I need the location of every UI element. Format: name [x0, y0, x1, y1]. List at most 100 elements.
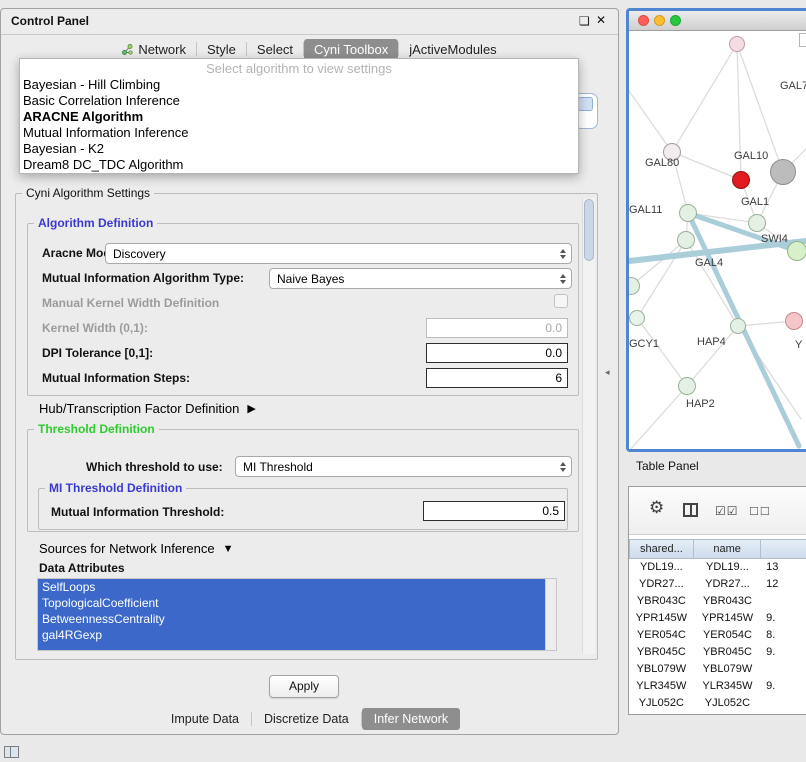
table-cell: YLR345W: [629, 678, 694, 695]
algorithm-option-aracne-algorithm[interactable]: ARACNE Algorithm: [20, 109, 578, 125]
network-node-gcy1[interactable]: [629, 310, 645, 326]
algorithm-option-bayesian-k2[interactable]: Bayesian - K2: [20, 141, 578, 157]
list-item-gal4rgexp[interactable]: gal4RGexp: [38, 627, 545, 643]
settings-scrollbar[interactable]: [582, 198, 595, 654]
hub-definition-expander[interactable]: Hub/Transcription Factor Definition ▶: [39, 401, 256, 416]
algorithm-option-mutual-information-inference[interactable]: Mutual Information Inference: [20, 125, 578, 141]
table-cell: 9.: [761, 678, 806, 695]
network-edge[interactable]: [637, 240, 686, 318]
mi-threshold-field[interactable]: [423, 501, 565, 521]
close-window-icon[interactable]: ✕: [596, 13, 606, 27]
table-row[interactable]: YLR345WYLR345W9.: [629, 678, 806, 695]
network-tab-icon: [122, 44, 133, 55]
settings-scrollbar-thumb[interactable]: [584, 199, 594, 261]
network-node[interactable]: [785, 312, 803, 330]
network-edge[interactable]: [637, 318, 687, 386]
dpi-tolerance-label: DPI Tolerance [0,1]:: [42, 346, 153, 360]
network-edge[interactable]: [631, 240, 686, 286]
tab-jactivemodules[interactable]: jActiveModules: [399, 39, 506, 60]
kernel-width-field[interactable]: [426, 318, 568, 338]
table-cell: [761, 661, 806, 678]
column-header-col2[interactable]: [761, 539, 806, 559]
control-panel-titlebar: Control Panel ❏ ✕: [1, 9, 618, 35]
table-cell: 9.: [761, 610, 806, 627]
list-item-partial[interactable]: [38, 643, 545, 650]
algorithm-option-bayesian-hill-climbing[interactable]: Bayesian - Hill Climbing: [20, 77, 578, 93]
column-header-shared[interactable]: shared...: [629, 539, 694, 559]
apply-button[interactable]: Apply: [269, 675, 339, 698]
traffic-zoom-button[interactable]: [670, 15, 681, 26]
tab-cyni-toolbox[interactable]: Cyni Toolbox: [304, 39, 398, 60]
panel-collapse-arrow[interactable]: ◂: [605, 367, 610, 378]
node-label-hap2: HAP2: [686, 398, 715, 410]
tab-infer-network[interactable]: Infer Network: [362, 708, 460, 730]
algorithm-options-list: Bayesian - Hill ClimbingBasic Correlatio…: [20, 77, 578, 173]
minimized-panel-icon[interactable]: [4, 746, 19, 758]
hub-definition-label: Hub/Transcription Factor Definition: [39, 401, 239, 416]
network-node-gal4[interactable]: [677, 231, 695, 249]
dpi-tolerance-field[interactable]: [426, 343, 568, 363]
aracne-mode-select[interactable]: Discovery: [105, 243, 572, 264]
table-row[interactable]: YPR145WYPR145W9.: [629, 610, 806, 627]
table-row[interactable]: YJL052CYJL052C: [629, 695, 806, 712]
network-canvas[interactable]: GAL80GAL10GAL11GAL1SWI4GAL4GCY1HAP4HAP2G…: [629, 31, 806, 452]
combo-arrows-icon: [555, 462, 571, 472]
data-attributes-label: Data Attributes: [39, 561, 125, 575]
algorithm-option-dream8-dc-tdc-algorithm[interactable]: Dream8 DC_TDC Algorithm: [20, 157, 578, 173]
columns-icon[interactable]: [683, 503, 698, 517]
table-cell: YJL052C: [629, 695, 694, 712]
network-node-hap2[interactable]: [678, 377, 696, 395]
traffic-close-button[interactable]: [638, 15, 649, 26]
network-node-swi4[interactable]: [787, 241, 806, 261]
data-attributes-list[interactable]: SelfLoopsTopologicalCoefficientBetweenne…: [37, 578, 557, 651]
tab-style[interactable]: Style: [197, 39, 246, 60]
manual-kernel-checkbox[interactable]: [554, 294, 568, 308]
network-scrollbar-thumb[interactable]: [799, 33, 806, 47]
column-header-name[interactable]: name: [694, 539, 762, 559]
select-all-rows-icon[interactable]: ☑☑: [715, 504, 739, 518]
network-node-hap4[interactable]: [730, 318, 746, 334]
tab-label: Select: [257, 42, 293, 57]
network-window-titlebar: [629, 11, 806, 31]
table-cell: YBL079W: [629, 661, 694, 678]
float-window-icon[interactable]: ❏: [579, 14, 590, 28]
table-row[interactable]: YER054CYER054C8.: [629, 627, 806, 644]
mi-algorithm-type-select[interactable]: Naive Bayes: [269, 268, 572, 289]
network-node-gal10[interactable]: [732, 171, 750, 189]
table-row[interactable]: YDR27...YDR27...12: [629, 576, 806, 593]
network-edge[interactable]: [687, 326, 738, 386]
gear-icon[interactable]: ⚙: [649, 498, 664, 518]
node-label-gal11: GAL11: [629, 204, 662, 216]
network-edge[interactable]: [672, 152, 741, 180]
network-edge[interactable]: [672, 44, 737, 152]
list-item-selfloops[interactable]: SelfLoops: [38, 579, 545, 595]
list-item-topologicalcoefficient[interactable]: TopologicalCoefficient: [38, 595, 545, 611]
list-scrollbar[interactable]: [545, 579, 556, 650]
network-node[interactable]: [729, 36, 745, 52]
table-row[interactable]: YBR045CYBR045C9.: [629, 644, 806, 661]
tab-network[interactable]: Network: [112, 39, 196, 60]
mi-steps-field[interactable]: [426, 368, 568, 388]
manual-kernel-label: Manual Kernel Width Definition: [42, 296, 219, 310]
table-row[interactable]: YBL079WYBL079W: [629, 661, 806, 678]
table-cell: 13: [761, 559, 806, 576]
table-row[interactable]: YDL19...YDL19...13: [629, 559, 806, 576]
network-edge[interactable]: [629, 386, 687, 451]
deselect-all-rows-icon[interactable]: ☐☐: [749, 505, 771, 518]
tab-select[interactable]: Select: [247, 39, 303, 60]
traffic-minimize-button[interactable]: [654, 15, 665, 26]
table-row[interactable]: YBR043CYBR043C: [629, 593, 806, 610]
which-threshold-select[interactable]: MI Threshold: [235, 456, 572, 477]
algorithm-option-basic-correlation-inference[interactable]: Basic Correlation Inference: [20, 93, 578, 109]
network-node-gal1[interactable]: [748, 214, 766, 232]
tab-discretize-data[interactable]: Discretize Data: [252, 708, 361, 730]
network-edge[interactable]: [629, 91, 672, 152]
network-node[interactable]: [770, 159, 796, 185]
node-label-y: Y: [795, 339, 802, 351]
table-cell: YJL052C: [694, 695, 761, 712]
table-cell: YPR145W: [629, 610, 694, 627]
sources-expander[interactable]: Sources for Network Inference ▼: [39, 541, 233, 556]
network-node-gal11[interactable]: [679, 204, 697, 222]
tab-impute-data[interactable]: Impute Data: [159, 708, 251, 730]
list-item-betweennesscentrality[interactable]: BetweennessCentrality: [38, 611, 545, 627]
